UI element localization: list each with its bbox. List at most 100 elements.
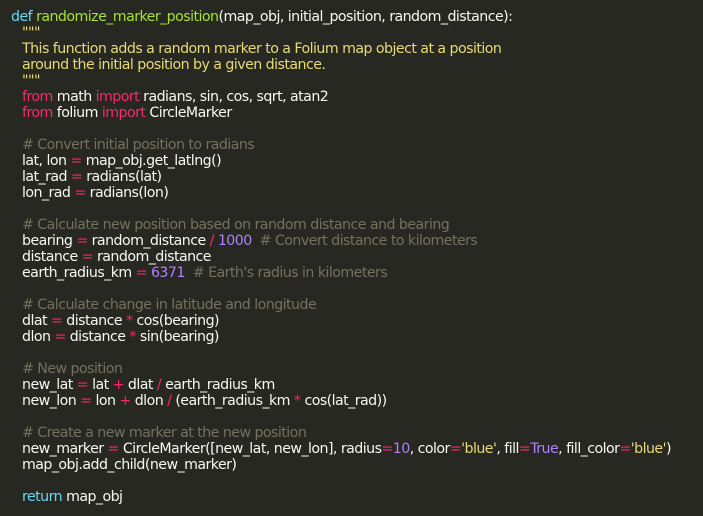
statement: map_obj.add_child(new_marker) xyxy=(22,457,237,473)
operand: distance xyxy=(69,329,126,345)
code-line-21: dlon = distance * sin(bearing) xyxy=(11,329,703,345)
comment: # Create a new marker at the new positio… xyxy=(22,425,307,441)
operator: + xyxy=(112,377,125,393)
module-name: folium xyxy=(56,105,99,121)
code-line-11: lat_rad = radians(lat) xyxy=(11,169,703,185)
code-line-9: # Convert initial position to radians xyxy=(11,137,703,153)
code-line-28: new_marker = CircleMarker([new_lat, new_… xyxy=(11,441,703,457)
code-line-20: dlat = distance * cos(bearing) xyxy=(11,313,703,329)
assign-target: dlat xyxy=(22,313,48,329)
assign-target: new_marker xyxy=(22,441,104,457)
comment: # Calculate new position based on random… xyxy=(22,217,450,233)
operand: earth_radius_km xyxy=(165,377,275,393)
string-literal: 'blue' xyxy=(461,441,497,457)
docstring-close: """ xyxy=(22,73,40,89)
code-line-10: lat, lon = map_obj.get_latlng() xyxy=(11,153,703,169)
code-line-30-blank xyxy=(11,473,703,489)
code-line-22-blank xyxy=(11,345,703,361)
operator: = xyxy=(70,169,83,185)
operator: = xyxy=(135,265,148,281)
assign-target: lon_rad xyxy=(22,185,71,201)
number-literal: 1000 xyxy=(217,233,252,249)
keyword-from: from xyxy=(22,105,53,121)
operator: = xyxy=(80,393,92,409)
operator: / xyxy=(209,233,215,249)
code-line-26-blank xyxy=(11,409,703,425)
assign-target: lat, lon xyxy=(22,153,67,169)
code-line-25: new_lon = lon + dlon / (earth_radius_km … xyxy=(11,393,703,409)
code-line-8-blank xyxy=(11,121,703,137)
code-line-14: # Calculate new position based on random… xyxy=(11,217,703,233)
operator: + xyxy=(119,393,131,409)
code-line-19: # Calculate change in latitude and longi… xyxy=(11,297,703,313)
code-line-13-blank xyxy=(11,201,703,217)
operator: = xyxy=(54,329,66,345)
code-line-17: earth_radius_km = 6371 # Earth's radius … xyxy=(11,265,703,281)
code-line-6: from math import radians, sin, cos, sqrt… xyxy=(11,89,703,105)
code-line-3: This function adds a random marker to a … xyxy=(11,41,703,57)
operand: lon xyxy=(95,393,116,409)
assign-target: lat_rad xyxy=(22,169,68,185)
operand: sin(bearing) xyxy=(139,329,220,345)
code-line-18-blank xyxy=(11,281,703,297)
operator: * xyxy=(125,313,133,329)
operator: = xyxy=(50,313,63,329)
code-line-31: return map_obj xyxy=(11,489,703,505)
code-line-29: map_obj.add_child(new_marker) xyxy=(11,457,703,473)
docstring-text: around the initial position by a given d… xyxy=(22,57,326,73)
code-line-24: new_lat = lat + dlat / earth_radius_km xyxy=(11,377,703,393)
operator: = xyxy=(70,153,82,169)
code-line-5: """ xyxy=(11,73,703,89)
operator: = xyxy=(619,441,631,457)
operand: , fill_color xyxy=(558,441,620,457)
comment: # Convert distance to kilometers xyxy=(259,233,478,249)
code-line-12: lon_rad = radians(lon) xyxy=(11,185,703,201)
import-names: radians, sin, cos, sqrt, atan2 xyxy=(143,89,329,105)
docstring-text: This function adds a random marker to a … xyxy=(22,41,502,57)
operand: ) xyxy=(665,441,672,457)
keyword-return: return xyxy=(22,489,63,505)
operator: = xyxy=(107,441,120,457)
operator: = xyxy=(76,233,88,249)
assign-target: distance xyxy=(22,249,78,265)
code-editor[interactable]: def randomize_marker_position(map_obj, i… xyxy=(0,0,703,516)
assign-value: map_obj.get_latlng() xyxy=(85,153,222,169)
import-names: CircleMarker xyxy=(149,105,232,121)
comment: # Convert initial position to radians xyxy=(22,137,255,153)
keyword-def: def xyxy=(11,9,33,25)
code-line-27: # Create a new marker at the new positio… xyxy=(11,425,703,441)
assign-value: radians(lat) xyxy=(86,169,162,185)
number-literal: 10 xyxy=(392,441,411,457)
code-line-1: def randomize_marker_position(map_obj, i… xyxy=(11,9,703,25)
operator: = xyxy=(74,185,86,201)
code-line-16: distance = random_distance xyxy=(11,249,703,265)
code-line-4: around the initial position by a given d… xyxy=(11,57,703,73)
operand: random_distance xyxy=(91,233,207,249)
comment: # Earth's radius in kilometers xyxy=(192,265,388,281)
comment: # Calculate change in latitude and longi… xyxy=(22,297,317,313)
operator: = xyxy=(76,377,89,393)
operator: = xyxy=(81,249,94,265)
operand: cos(bearing) xyxy=(136,313,220,329)
comment: # New position xyxy=(22,361,123,377)
docstring-open: """ xyxy=(22,25,40,41)
operand: dlat xyxy=(127,377,154,393)
code-line-2: """ xyxy=(11,25,703,41)
operator: = xyxy=(449,441,462,457)
assign-value: radians(lon) xyxy=(89,185,169,201)
string-literal: 'blue' xyxy=(630,441,667,457)
operator: * xyxy=(129,329,136,345)
operand: , color xyxy=(409,441,451,457)
assign-target: dlon xyxy=(22,329,51,345)
function-signature: (map_obj, initial_position, random_dista… xyxy=(218,9,513,25)
keyword-from: from xyxy=(22,89,53,105)
operator: / xyxy=(156,377,162,393)
return-value: map_obj xyxy=(66,489,123,505)
keyword-import: import xyxy=(101,105,146,121)
assign-target: bearing xyxy=(22,233,73,249)
assign-target: new_lat xyxy=(22,377,73,393)
boolean-literal: True xyxy=(530,441,559,457)
assign-target: earth_radius_km xyxy=(22,265,132,281)
number-literal: 6371 xyxy=(150,265,185,281)
code-line-15: bearing = random_distance / 1000 # Conve… xyxy=(11,233,703,249)
